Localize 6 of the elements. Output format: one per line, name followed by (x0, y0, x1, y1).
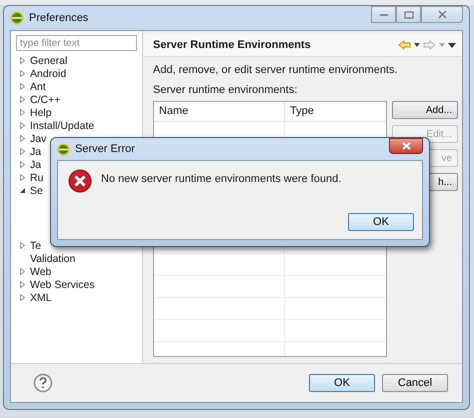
page-title: Server Runtime Environments (153, 39, 311, 51)
list-label: Server runtime environments: (153, 83, 298, 98)
window-title: Preferences (29, 12, 88, 24)
page-description: Add, remove, or edit server runtime environments. (153, 63, 399, 78)
dialog-title: Server Error (75, 143, 135, 155)
error-message: No new server runtime environments were found. (101, 173, 342, 185)
